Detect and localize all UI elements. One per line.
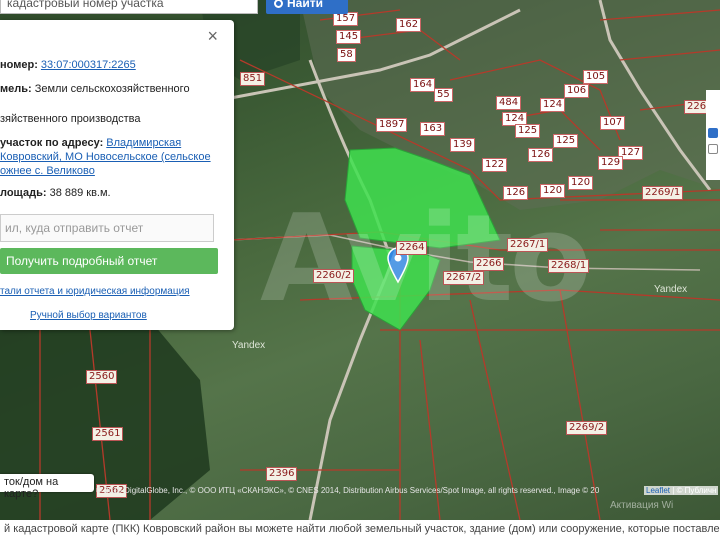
parcel-label: 2260/2: [313, 269, 355, 283]
parcel-number: 139: [450, 138, 476, 152]
parcel-number: 120: [540, 184, 566, 198]
address-link-2[interactable]: Ковровский, МО Новосельское (сельское: [0, 151, 211, 163]
leaflet-link[interactable]: Leaflet: [646, 486, 670, 495]
manual-select-link[interactable]: Ручной выбор вариантов: [30, 310, 147, 321]
land-category-row: мель: Земли сельскохозяйственного: [0, 82, 226, 96]
parcel-label: 2267/2: [443, 271, 485, 285]
activation-watermark: Активация Wi: [610, 500, 674, 511]
area-value: 38 889 кв.м.: [49, 187, 111, 199]
map-attribution: © 2015 DigitalGlobe, Inc., © ООО ИТЦ «СК…: [96, 486, 600, 495]
address-row-3: ожнее с. Великово: [0, 164, 226, 178]
area-label: лощадь:: [0, 187, 47, 199]
email-field[interactable]: ил, куда отправить отчет: [0, 214, 214, 242]
parcel-number: 122: [482, 158, 508, 172]
parcel-number: 107: [600, 116, 626, 130]
parcel-label: 2268/1: [548, 259, 590, 273]
watermark: Avito: [260, 190, 592, 329]
parcel-number: 484: [496, 96, 522, 110]
land-category-row-2: зяйственного производства: [0, 113, 141, 125]
parcel-number: 125: [553, 134, 579, 148]
parcel-label: 2561: [92, 427, 124, 441]
leaflet-attribution: Leaflet | © Публичн: [644, 486, 719, 495]
parcel-number: 105: [583, 70, 609, 84]
yandex-label: Yandex: [232, 340, 266, 351]
parcel-number: 129: [598, 156, 624, 170]
layer-checkbox-checked[interactable]: [708, 128, 718, 138]
parcel-number: 145: [336, 30, 362, 44]
cadastral-number-row: номер: 33:07:000317:2265: [0, 58, 226, 72]
parcel-number: 163: [420, 122, 446, 136]
parcel-number: 124: [540, 98, 566, 112]
parcel-number: 126: [503, 186, 529, 200]
parcel-number: 125: [515, 124, 541, 138]
parcel-number: 55: [434, 88, 453, 102]
search-button-label: Найти: [287, 0, 323, 10]
close-icon[interactable]: ×: [207, 26, 218, 47]
address-link[interactable]: Владимирская: [106, 137, 181, 149]
parcel-label: 2396: [266, 467, 298, 481]
parcel-label: 851: [240, 72, 266, 86]
parcel-label: 2269/2: [566, 421, 608, 435]
find-on-map-button[interactable]: ток/дом на карте?: [0, 474, 94, 500]
parcel-label: 2264: [396, 241, 428, 255]
address-row-2: Ковровский, МО Новосельское (сельское: [0, 150, 226, 164]
address-label: участок по адресу:: [0, 137, 104, 149]
details-link[interactable]: тали отчета и юридическая информация: [0, 286, 190, 297]
cadastral-number-link[interactable]: 33:07:000317:2265: [41, 59, 136, 71]
address-link-3[interactable]: ожнее с. Великово: [0, 165, 95, 177]
search-icon: [274, 0, 283, 8]
parcel-number: 1897: [376, 118, 408, 132]
parcel-label: 2269/1: [642, 186, 684, 200]
layer-checkbox[interactable]: [708, 144, 718, 154]
parcel-number: 120: [568, 176, 594, 190]
parcel-label: 2560: [86, 370, 118, 384]
parcel-number: 106: [564, 84, 590, 98]
layer-control[interactable]: [706, 90, 720, 180]
land-category-label: мель:: [0, 83, 32, 95]
parcel-info-panel: × номер: 33:07:000317:2265 мель: Земли с…: [0, 20, 234, 330]
parcel-number: 162: [396, 18, 422, 32]
parcel-label: 2266: [473, 257, 505, 271]
parcel-number: 58: [337, 48, 356, 62]
area-row: лощадь: 38 889 кв.м.: [0, 186, 226, 200]
get-report-button[interactable]: Получить подробный отчет: [0, 248, 218, 274]
yandex-label: Yandex: [654, 284, 688, 295]
parcel-number: 157: [333, 12, 359, 26]
search-input[interactable]: кадастровый номер участка: [0, 0, 258, 14]
parcel-number: 164: [410, 78, 436, 92]
land-category-value: Земли сельскохозяйственного: [34, 83, 190, 95]
parcel-label: 2267/1: [507, 238, 549, 252]
page-footer-text: й кадастровой карте (ПКК) Ковровский рай…: [0, 520, 720, 540]
parcel-number: 126: [528, 148, 554, 162]
search-button[interactable]: Найти: [266, 0, 348, 14]
address-row: участок по адресу: Владимирская: [0, 136, 226, 150]
leaflet-suffix: | © Публичн: [672, 486, 717, 495]
cadastral-label: номер:: [0, 59, 38, 71]
